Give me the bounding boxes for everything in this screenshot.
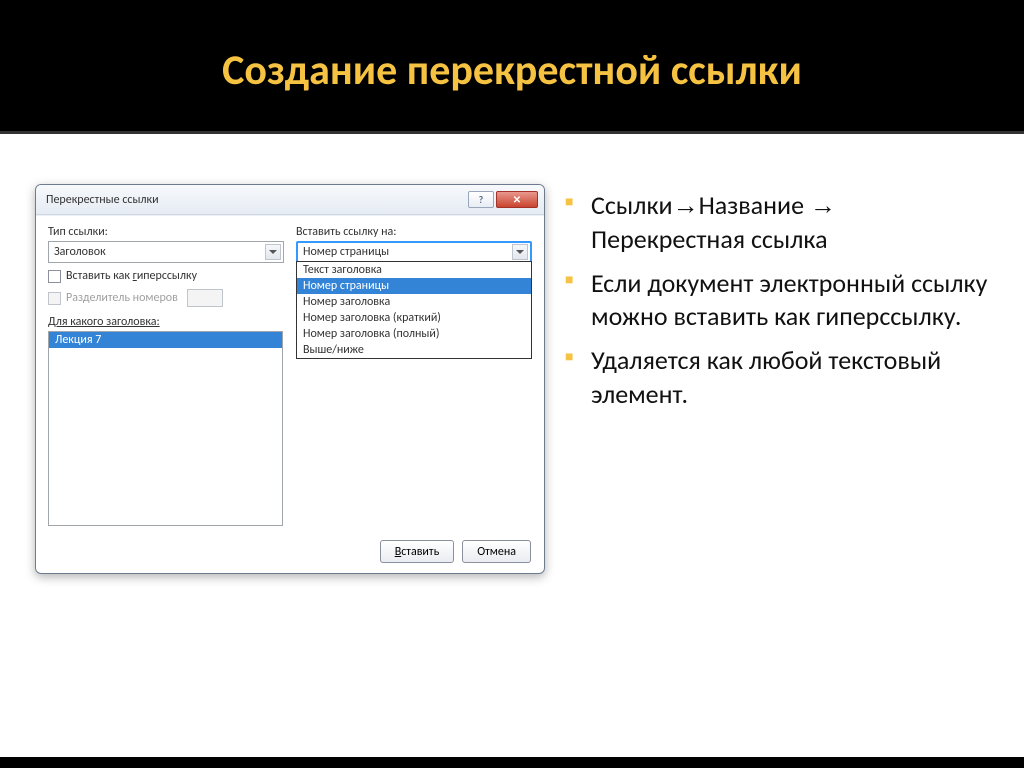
separator-field bbox=[187, 289, 223, 307]
slide-title: Создание перекрестной ссылки bbox=[0, 0, 1024, 131]
dialog-title: Перекрестные ссылки bbox=[46, 193, 468, 207]
bullet-item: Ссылки→Название → Перекрестная ссылка bbox=[565, 189, 994, 257]
separator-checkbox bbox=[48, 292, 61, 305]
separator-checkbox-label: Разделитель номеров bbox=[66, 291, 178, 305]
dropdown-option[interactable]: Текст заголовка bbox=[297, 262, 531, 278]
cross-reference-dialog: Перекрестные ссылки ? ✕ Тип ссылки: Заго… bbox=[35, 184, 545, 574]
hyperlink-checkbox-row[interactable]: Вставить как гиперссылку bbox=[48, 269, 284, 283]
insert-button[interactable]: Вставить bbox=[380, 540, 455, 563]
titlebar-buttons: ? ✕ bbox=[468, 191, 538, 208]
arrow-icon: → bbox=[673, 190, 699, 220]
dropdown-option[interactable]: Выше/ниже bbox=[297, 342, 531, 358]
dropdown-option[interactable]: Номер страницы bbox=[297, 278, 531, 294]
hyperlink-checkbox[interactable] bbox=[48, 270, 61, 283]
arrow-icon: → bbox=[810, 190, 836, 220]
heading-listbox[interactable]: Лекция 7 bbox=[48, 331, 283, 526]
chevron-down-icon[interactable] bbox=[265, 244, 281, 260]
help-button[interactable]: ? bbox=[468, 191, 494, 208]
link-type-value: Заголовок bbox=[54, 245, 106, 259]
for-heading-label: Для какого заголовка: bbox=[48, 315, 284, 329]
insert-on-select[interactable]: Номер страницы bbox=[296, 241, 532, 263]
titlebar[interactable]: Перекрестные ссылки ? ✕ bbox=[36, 185, 544, 215]
link-type-label: Тип ссылки: bbox=[48, 225, 284, 239]
chevron-down-icon[interactable] bbox=[512, 244, 528, 260]
right-panel: Ссылки→Название → Перекрестная ссылка Ес… bbox=[555, 134, 1024, 757]
dropdown-option[interactable]: Номер заголовка (краткий) bbox=[297, 310, 531, 326]
insert-on-label: Вставить ссылку на: bbox=[296, 225, 532, 239]
dialog-footer: Вставить Отмена bbox=[380, 540, 531, 563]
list-item[interactable]: Лекция 7 bbox=[49, 332, 282, 348]
bullet-item: Если документ электронный ссылку можно в… bbox=[565, 267, 994, 335]
close-button[interactable]: ✕ bbox=[496, 191, 538, 208]
dropdown-option[interactable]: Номер заголовка (полный) bbox=[297, 326, 531, 342]
dropdown-option[interactable]: Номер заголовка bbox=[297, 294, 531, 310]
hyperlink-checkbox-label: Вставить как гиперссылку bbox=[66, 269, 197, 283]
content-area: Перекрестные ссылки ? ✕ Тип ссылки: Заго… bbox=[0, 131, 1024, 757]
insert-on-value: Номер страницы bbox=[303, 245, 389, 259]
link-type-select[interactable]: Заголовок bbox=[48, 241, 284, 263]
cancel-button[interactable]: Отмена bbox=[462, 540, 531, 563]
bullet-item: Удаляется как любой текстовый элемент. bbox=[565, 344, 994, 412]
left-panel: Перекрестные ссылки ? ✕ Тип ссылки: Заго… bbox=[0, 134, 555, 757]
bullet-list: Ссылки→Название → Перекрестная ссылка Ес… bbox=[565, 189, 994, 412]
insert-on-dropdown[interactable]: Текст заголовка Номер страницы Номер заг… bbox=[296, 261, 532, 359]
dialog-body: Тип ссылки: Заголовок Вставить как гипер… bbox=[36, 215, 544, 538]
separator-checkbox-row: Разделитель номеров bbox=[48, 289, 284, 307]
